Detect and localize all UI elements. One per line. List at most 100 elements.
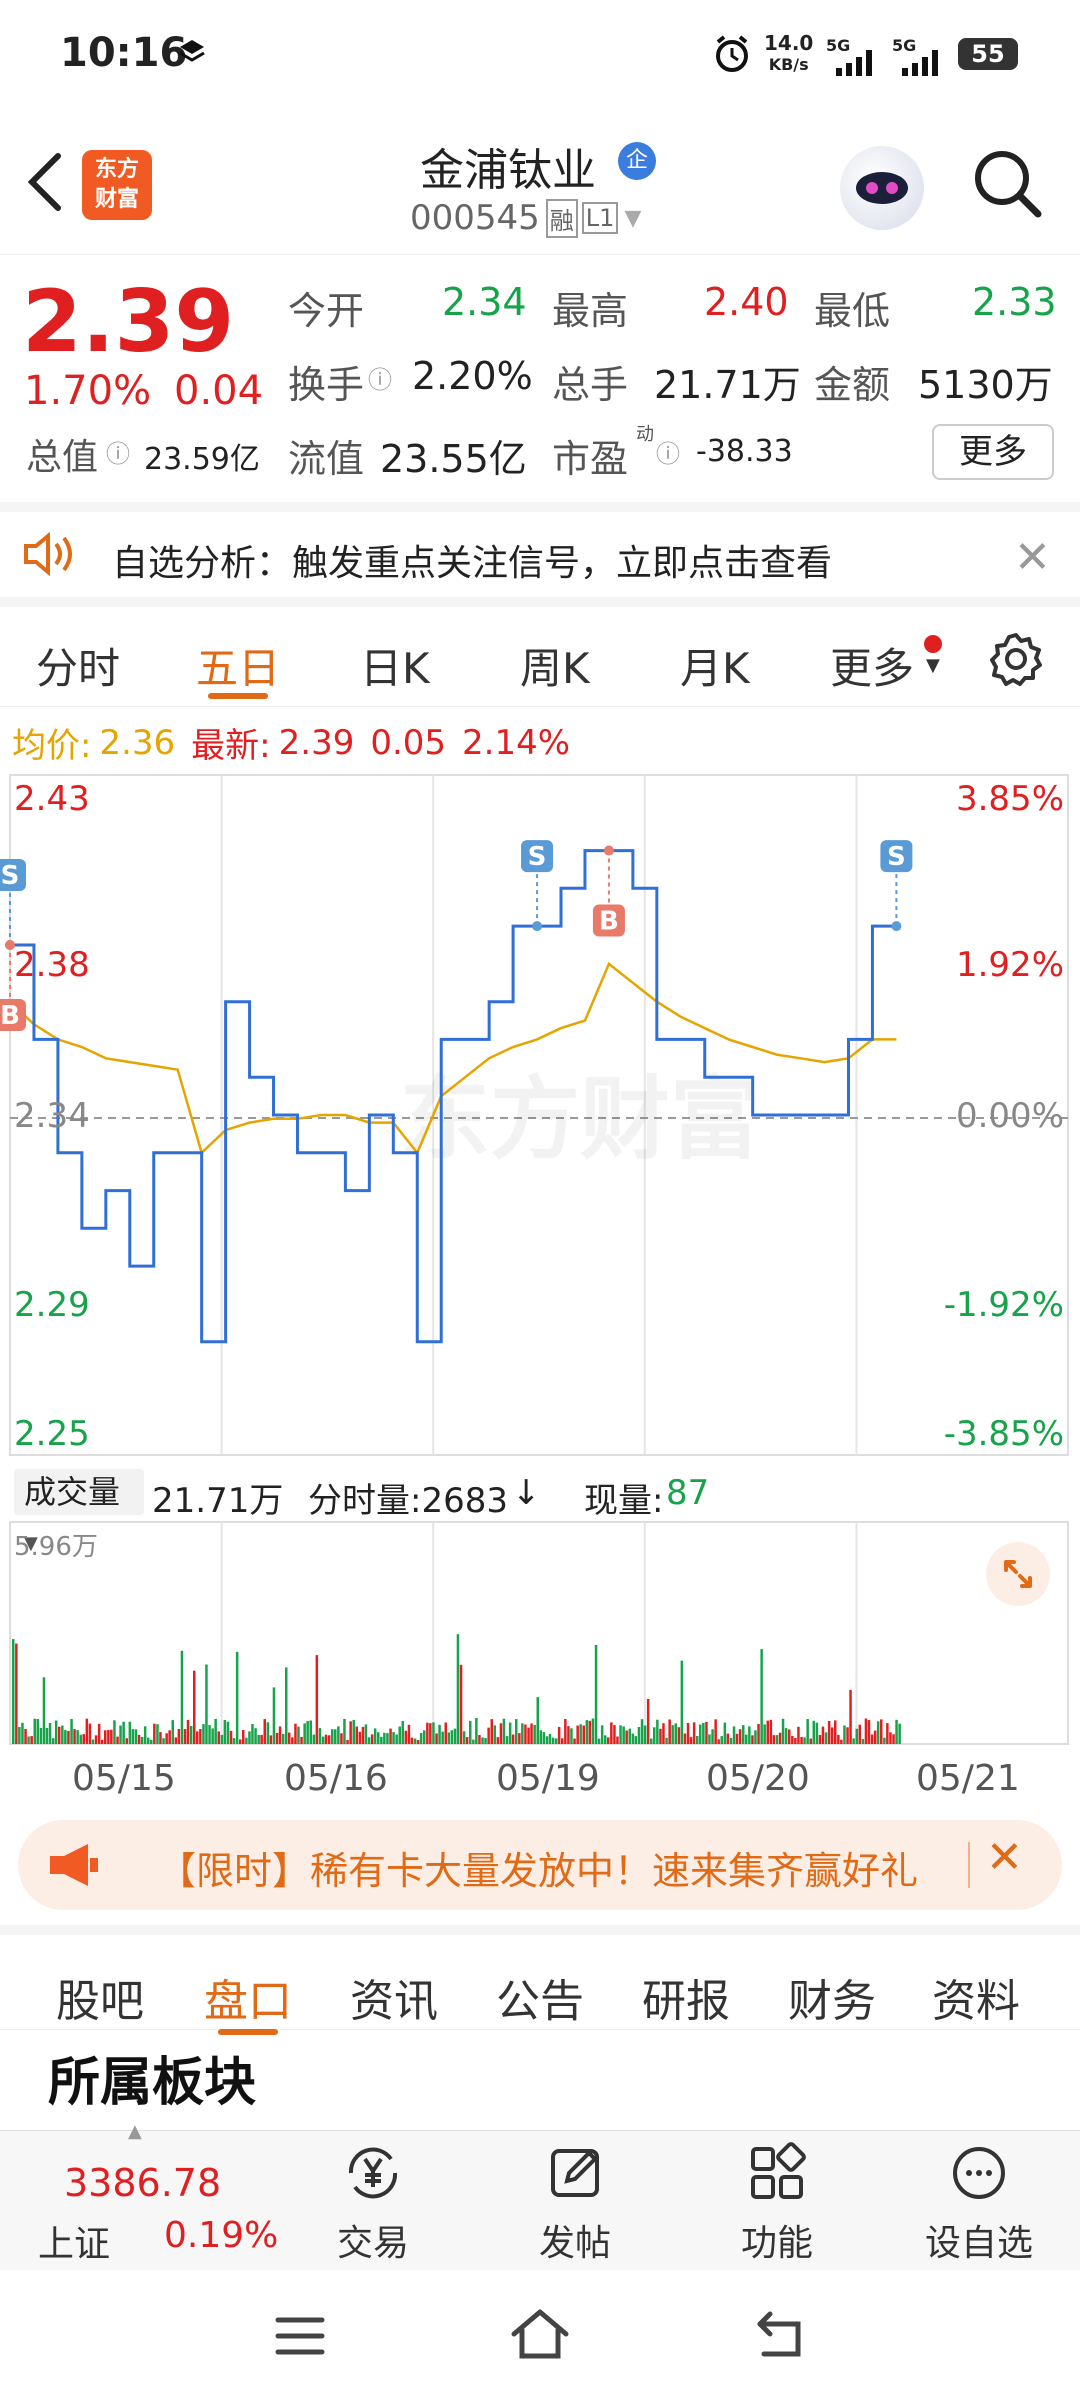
volume-bar: [754, 1730, 757, 1744]
five-day-price-chart[interactable]: 东方财富 S B S B S 2.43 3.85% 2.38 1.92% 2.34 0.00% 2.…: [0, 770, 1080, 1470]
volume-bar: [300, 1736, 303, 1744]
y-tick-right: 1.92%: [956, 945, 1064, 985]
tab-financials[interactable]: 财务: [788, 1965, 876, 2029]
volume-bar: [883, 1737, 886, 1744]
volume-bar: [472, 1739, 475, 1744]
settings-gear-icon[interactable]: [988, 631, 1044, 687]
volume-bar: [137, 1734, 141, 1744]
robot-avatar-icon[interactable]: [840, 146, 924, 230]
volume-bar: [315, 1655, 319, 1744]
volume-chart[interactable]: 5.96万: [0, 1520, 1080, 1750]
volume-bar: [205, 1664, 208, 1744]
volume-bar: [410, 1737, 414, 1744]
volume-bar: [361, 1726, 365, 1744]
volume-bar: [232, 1738, 236, 1744]
volume-bar: [680, 1660, 684, 1744]
y-tick-right: -3.85%: [944, 1414, 1064, 1454]
volume-bar: [711, 1729, 714, 1744]
chevron-up-icon[interactable]: ▲: [128, 2121, 142, 2142]
index-value[interactable]: 3386.78: [64, 2161, 221, 2205]
info-icon[interactable]: ⓘ: [368, 360, 392, 395]
volume-bar: [858, 1724, 861, 1744]
tab-announcements[interactable]: 公告: [496, 1965, 584, 2029]
stock-code-row[interactable]: 000545 融 L1 ▼: [410, 198, 641, 238]
tab-news[interactable]: 资讯: [350, 1965, 438, 2029]
sell-marker[interactable]: S: [0, 859, 26, 891]
volume-bar: [285, 1667, 288, 1744]
add-watchlist-button[interactable]: 设自选: [904, 2141, 1054, 2266]
info-icon[interactable]: ⓘ: [656, 434, 680, 469]
pe-value: -38.33: [696, 434, 793, 469]
volume-bar: [266, 1722, 270, 1744]
expand-icon[interactable]: [986, 1542, 1050, 1606]
menu-icon[interactable]: [272, 2312, 328, 2364]
volume-bar: [165, 1733, 168, 1744]
tab-research[interactable]: 研报: [642, 1965, 730, 2029]
sell-marker[interactable]: S: [521, 840, 554, 873]
margin-tag: 融: [545, 198, 578, 238]
tab-orderbook[interactable]: 盘口: [204, 1965, 292, 2029]
volume-bar: [545, 1736, 549, 1744]
more-circle-icon: [953, 2147, 1005, 2199]
volume-bar: [251, 1724, 254, 1744]
tab-more[interactable]: 更多: [830, 635, 914, 696]
volume-bar: [551, 1737, 555, 1744]
tab-monthly-k[interactable]: 月K: [680, 635, 750, 696]
promo-banner[interactable]: 【限时】稀有卡大量发放中！速来集齐赢好礼 ✕: [18, 1820, 1062, 1910]
volume-bar: [809, 1738, 812, 1744]
functions-button[interactable]: 功能: [702, 2141, 852, 2266]
more-button[interactable]: 更多: [932, 424, 1054, 480]
volume-bar: [202, 1724, 205, 1744]
volume-bar: [665, 1737, 668, 1744]
close-icon[interactable]: ✕: [986, 1832, 1023, 1883]
volume-bar: [116, 1736, 119, 1744]
volume-bar: [370, 1734, 374, 1744]
volume-bar: [177, 1729, 181, 1744]
volume-bar: [561, 1738, 564, 1744]
home-icon[interactable]: [508, 2306, 572, 2366]
volume-selector[interactable]: 成交量 ▼: [14, 1469, 144, 1554]
post-button[interactable]: 发帖: [500, 2141, 650, 2266]
volume-info-row: 成交量 ▼ 21.71万 分时量:2683 ↓ 现量: 87: [0, 1465, 1080, 1554]
volume-bar: [889, 1732, 892, 1744]
trade-button[interactable]: 交易: [298, 2141, 448, 2266]
volume-bar: [453, 1728, 457, 1744]
tab-profile[interactable]: 资料: [932, 1965, 1020, 2029]
volume-bar: [377, 1732, 380, 1744]
volume-bar: [797, 1726, 800, 1744]
back-nav-icon[interactable]: [750, 2310, 810, 2366]
app-logo[interactable]: 东方 财富: [82, 150, 152, 220]
tab-weekly-k[interactable]: 周K: [520, 635, 590, 696]
buy-marker[interactable]: B: [592, 904, 625, 937]
volume-bar: [564, 1719, 567, 1744]
close-icon[interactable]: ✕: [1014, 532, 1051, 583]
sell-marker[interactable]: S: [880, 840, 913, 873]
notification-dot: [924, 635, 942, 653]
volume-bar: [456, 1634, 460, 1744]
volume-bar: [309, 1720, 312, 1744]
volume-bar: [122, 1721, 125, 1744]
info-icon[interactable]: ⓘ: [106, 434, 130, 469]
volume-chart-svg: [9, 1521, 1069, 1745]
tab-forum[interactable]: 股吧: [56, 1965, 144, 2029]
volume-bar: [748, 1726, 751, 1744]
tab-five-day[interactable]: 五日: [196, 635, 280, 696]
volume-bar: [355, 1726, 358, 1744]
volume-bar: [444, 1722, 447, 1744]
buy-marker[interactable]: B: [0, 999, 26, 1031]
alarm-icon: [712, 34, 752, 74]
tab-intraday[interactable]: 分时: [36, 635, 120, 696]
grid-icon: [751, 2142, 806, 2199]
volume-bar: [199, 1729, 202, 1744]
volume-bar: [386, 1733, 389, 1744]
volume-bar: [616, 1736, 619, 1744]
volume-bar: [401, 1721, 404, 1744]
volume-bar: [275, 1732, 279, 1744]
search-icon[interactable]: [972, 148, 1044, 220]
analysis-banner[interactable]: 自选分析：触发重点关注信号，立即点击查看 ✕: [0, 502, 1080, 607]
back-icon[interactable]: [22, 152, 66, 212]
net-speed: 14.0 KB/s: [764, 31, 814, 74]
tab-daily-k[interactable]: 日K: [360, 635, 430, 696]
volume-bar: [373, 1728, 377, 1744]
stock-name: 金浦钛业: [420, 145, 596, 196]
